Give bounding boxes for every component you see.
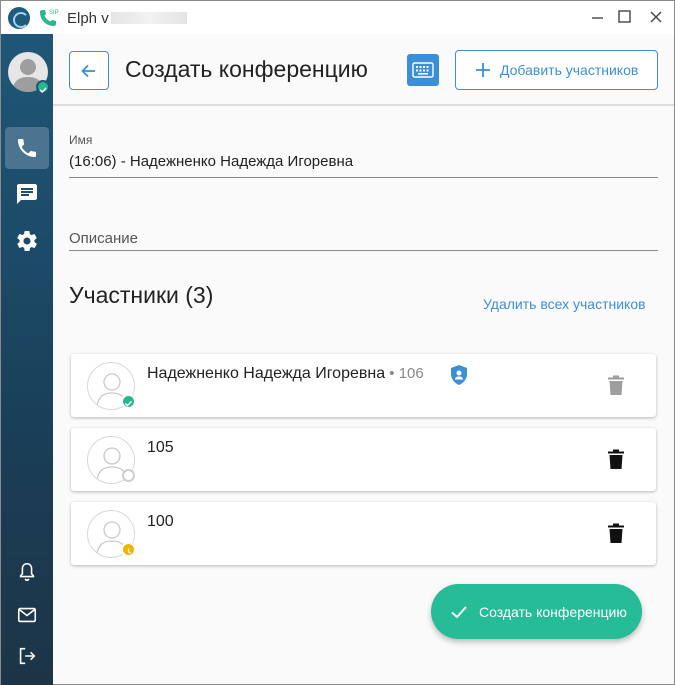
check-icon	[124, 400, 133, 407]
sidebar-item-notifications[interactable]	[5, 551, 49, 593]
trash-icon-disabled[interactable]	[607, 375, 625, 396]
keyboard-button[interactable]	[407, 54, 439, 86]
title-bar: SIP Elph v	[1, 1, 674, 34]
status-offline-badge	[122, 469, 135, 482]
page-header: Создать конференцию Добавить участников	[53, 34, 674, 106]
participant-name: 100	[147, 513, 174, 530]
participant-name: Надежненко Надежда Игоревна • 106	[147, 365, 424, 383]
sip-phone-icon: SIP	[40, 10, 59, 26]
page-title: Создать конференцию	[125, 56, 368, 82]
participants-title: Участники (3)	[69, 282, 214, 308]
sip-badge-text: SIP	[49, 10, 59, 16]
check-icon	[39, 87, 47, 94]
minimize-icon[interactable]	[586, 5, 610, 29]
add-participants-button[interactable]: Добавить участников	[455, 50, 658, 90]
participant-card: 105	[71, 428, 656, 491]
sidebar	[1, 34, 53, 685]
sidebar-item-chat[interactable]	[5, 173, 49, 215]
mail-icon	[17, 607, 37, 623]
trash-icon[interactable]	[607, 449, 625, 470]
app-window: SIP Elph v Создать конференцию Добавить …	[0, 0, 675, 685]
version-redacted	[111, 12, 187, 24]
owner-shield-icon	[451, 365, 467, 385]
status-online-badge	[121, 394, 136, 409]
create-conference-button[interactable]: Создать конференцию	[431, 584, 642, 639]
trash-icon[interactable]	[607, 523, 625, 544]
create-conference-label: Создать конференцию	[479, 603, 627, 620]
description-field-underline	[69, 250, 658, 251]
sidebar-item-mail[interactable]	[5, 594, 49, 636]
app-logo-icon	[8, 7, 30, 29]
participant-card: Надежненко Надежда Игоревна • 106	[71, 354, 656, 417]
plus-icon	[476, 63, 490, 77]
participant-name: 105	[147, 439, 174, 456]
name-field[interactable]: (16:06) - Надежненко Надежда Игоревна	[69, 153, 353, 170]
delete-all-participants-link[interactable]: Удалить всех участников	[483, 296, 646, 312]
user-status-badge	[36, 80, 50, 94]
logout-icon	[19, 647, 36, 665]
participant-name-text: Надежненко Надежда Игоревна	[147, 365, 386, 382]
add-participants-label: Добавить участников	[500, 62, 639, 78]
main-panel: Создать конференцию Добавить участников	[53, 34, 674, 685]
name-field-underline	[69, 177, 658, 178]
back-button[interactable]	[69, 51, 109, 90]
sidebar-item-calls[interactable]	[5, 127, 49, 169]
close-icon[interactable]	[644, 5, 668, 29]
participant-extension: 106	[398, 365, 424, 382]
chat-icon	[17, 184, 37, 204]
clock-icon	[127, 548, 132, 554]
maximize-icon[interactable]	[613, 5, 637, 29]
window-title: Elph v	[67, 10, 109, 27]
arrow-left-icon	[81, 64, 95, 77]
bell-icon	[19, 562, 35, 582]
sidebar-item-settings[interactable]	[5, 220, 49, 262]
check-icon	[451, 605, 467, 618]
gear-icon	[17, 231, 37, 251]
status-away-badge	[121, 542, 136, 557]
keyboard-icon	[412, 62, 434, 78]
participant-card: 100	[71, 502, 656, 565]
participant-separator: •	[385, 365, 399, 382]
description-field[interactable]: Описание	[69, 230, 138, 247]
phone-icon	[18, 139, 36, 157]
sidebar-item-logout[interactable]	[5, 635, 49, 677]
name-field-label: Имя	[69, 133, 93, 147]
